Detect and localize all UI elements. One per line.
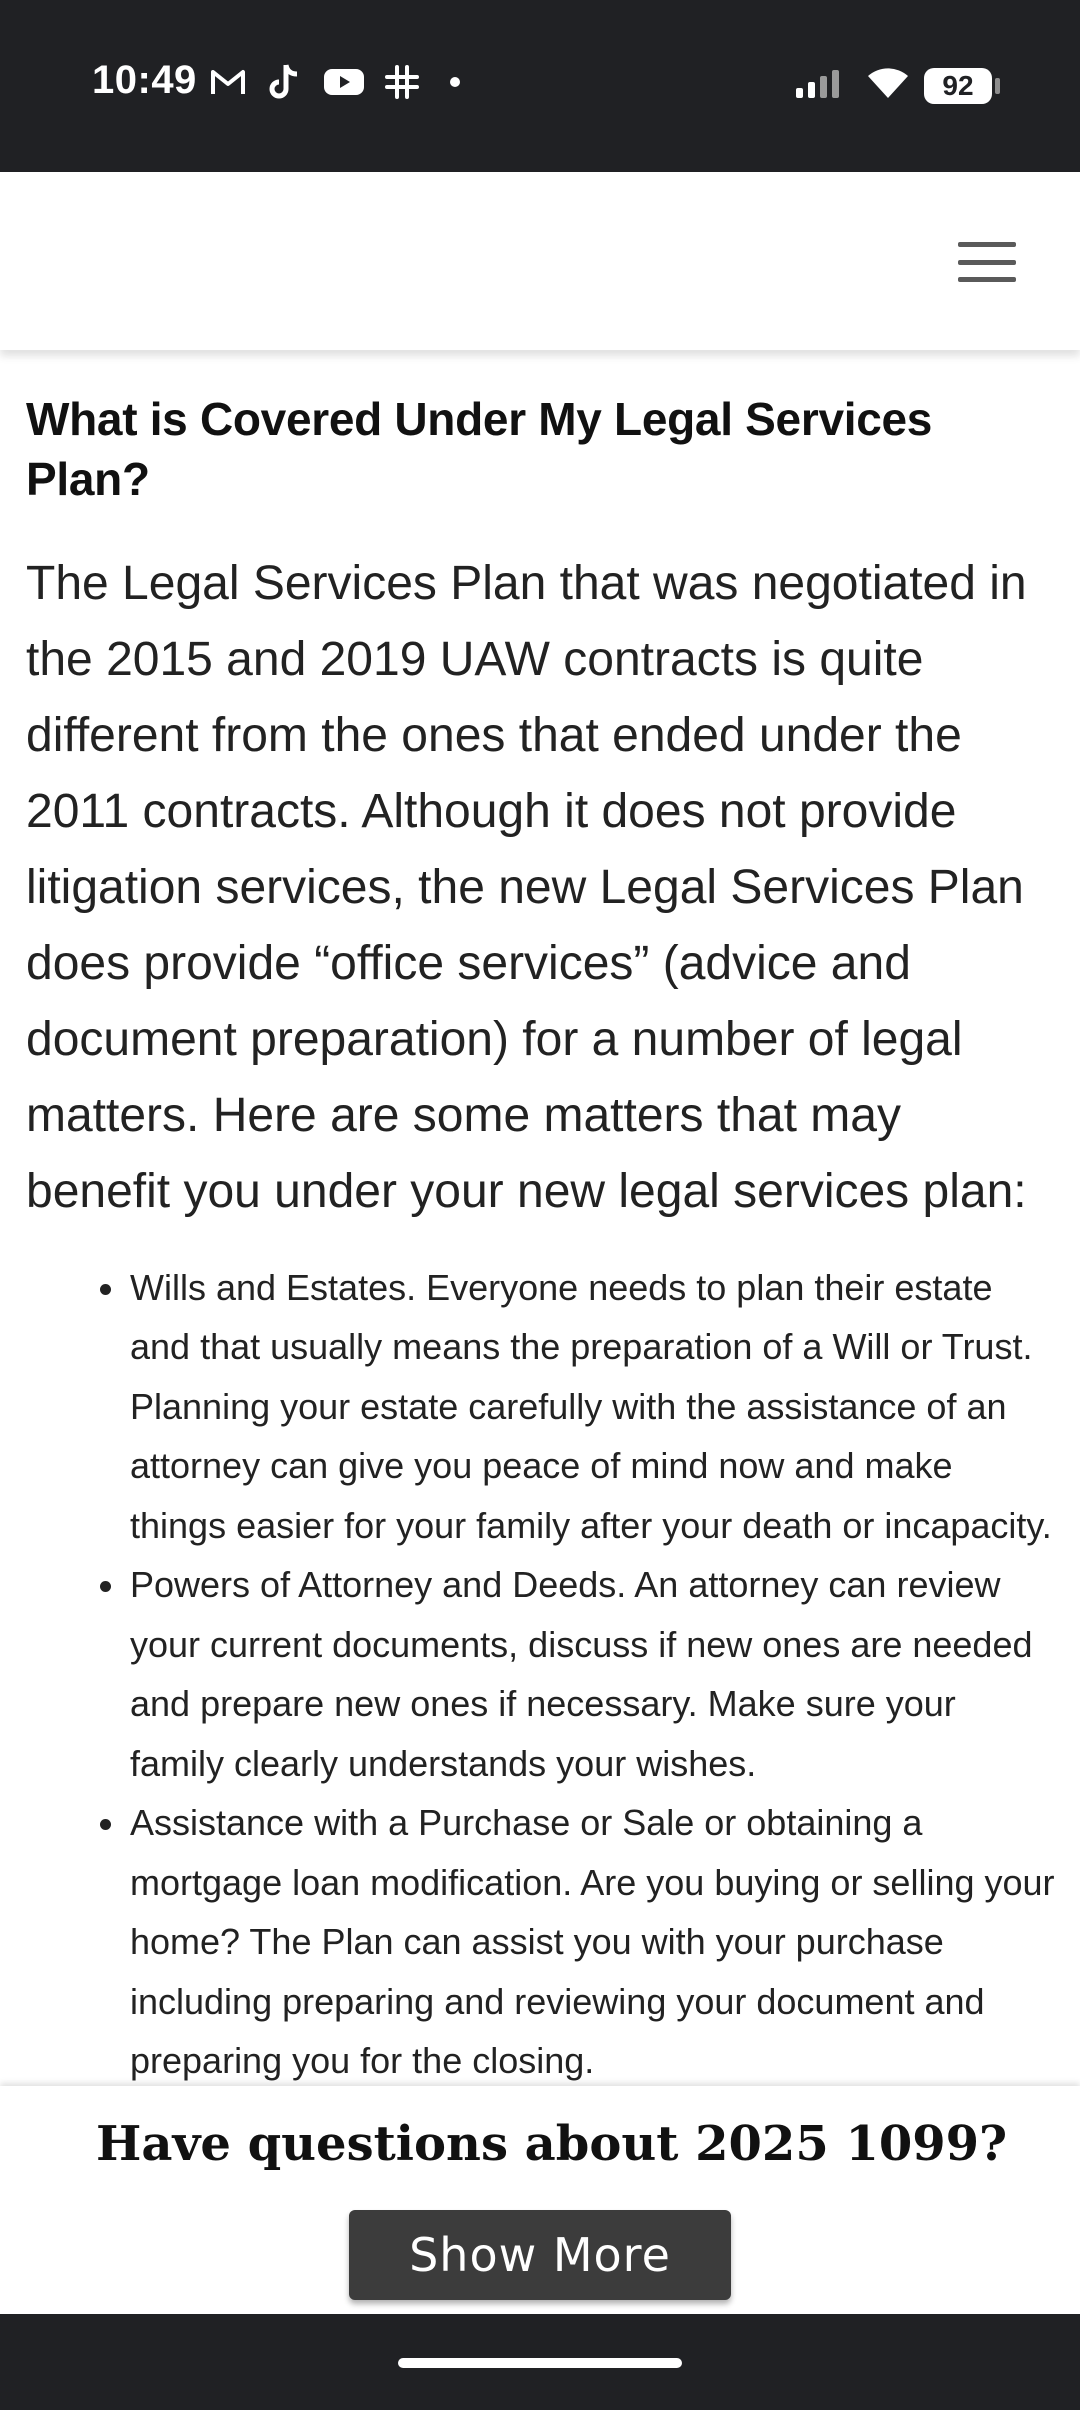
- status-time: 10:49: [92, 58, 197, 102]
- tiktok-icon: [266, 62, 306, 102]
- article: What is Covered Under My Legal Services …: [26, 370, 1056, 2091]
- questions-banner: Have questions about 2025 1099? Show Mor…: [0, 2086, 1080, 2314]
- more-notifications-dot: [450, 77, 460, 87]
- hamburger-menu-icon[interactable]: [958, 242, 1016, 282]
- home-gesture-bar[interactable]: [398, 2358, 682, 2368]
- coverage-list: Wills and Estates. Everyone needs to pla…: [26, 1258, 1056, 2091]
- gmail-icon: [208, 62, 248, 102]
- signal-icon: [796, 68, 852, 103]
- list-item: Powers of Attorney and Deeds. An attorne…: [100, 1555, 1056, 1793]
- slack-icon: [382, 62, 422, 102]
- show-more-button[interactable]: Show More: [349, 2210, 731, 2300]
- list-item: Assistance with a Purchase or Sale or ob…: [100, 1793, 1056, 2091]
- intro-paragraph: The Legal Services Plan that was negotia…: [26, 556, 1027, 1218]
- youtube-icon: [324, 62, 364, 102]
- site-header: [0, 172, 1080, 350]
- system-icons: 92: [796, 66, 1000, 105]
- notification-icons: [208, 62, 460, 102]
- navigation-bar: [0, 2314, 1080, 2410]
- status-bar: 10:49 92: [0, 0, 1080, 172]
- battery-icon: 92: [924, 67, 1000, 104]
- banner-title: Have questions about 2025 1099?: [96, 2116, 1008, 2172]
- list-item: Wills and Estates. Everyone needs to pla…: [100, 1258, 1056, 1556]
- wifi-icon: [866, 66, 910, 105]
- section-heading: What is Covered Under My Legal Services …: [26, 393, 933, 505]
